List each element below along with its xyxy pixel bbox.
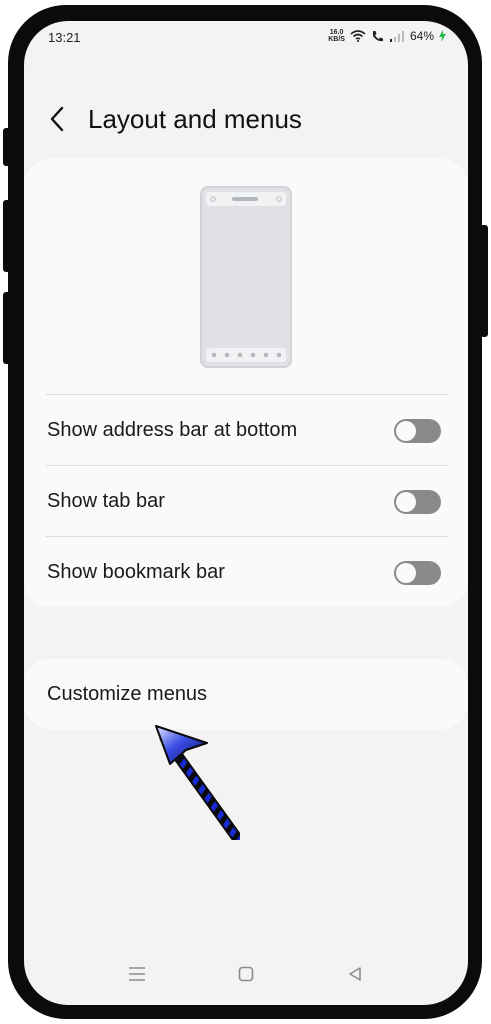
recents-icon xyxy=(129,967,145,981)
charging-icon xyxy=(439,30,446,42)
chevron-left-icon xyxy=(50,106,64,132)
phone-power-button xyxy=(480,225,488,337)
battery-level: 64% xyxy=(409,29,434,43)
phone-side-button xyxy=(3,128,11,166)
toggle-knob xyxy=(396,421,416,441)
setting-label: Show tab bar xyxy=(47,490,165,512)
phone-volume-up-button xyxy=(3,200,11,272)
setting-label: Show bookmark bar xyxy=(47,561,225,583)
network-speed: 16.0 KB/S xyxy=(328,29,345,43)
bookmark-bar-toggle[interactable] xyxy=(394,561,441,585)
status-bar: 13:21 16.0 KB/S 64% xyxy=(24,29,468,49)
wifi-icon xyxy=(350,30,366,42)
status-icons: 16.0 KB/S 64% xyxy=(328,29,446,43)
signal-icon xyxy=(389,31,404,42)
back-button[interactable] xyxy=(42,101,72,137)
screen: 13:21 16.0 KB/S 64% Layout and menus Sho… xyxy=(24,21,468,1005)
call-icon xyxy=(372,30,383,41)
app-header: Layout and menus xyxy=(24,97,468,143)
home-button[interactable] xyxy=(231,961,261,987)
phone-layout-preview-icon xyxy=(200,186,292,368)
address-bar-bottom-toggle[interactable] xyxy=(394,419,441,443)
toggle-knob xyxy=(396,563,416,583)
back-nav-button[interactable] xyxy=(340,961,370,987)
pointer-arrow-icon xyxy=(155,725,240,840)
home-icon xyxy=(238,966,254,982)
network-speed-value: 16.0 xyxy=(329,29,344,36)
setting-row-address-bar[interactable]: Show address bar at bottom xyxy=(24,395,468,465)
toggle-knob xyxy=(396,492,416,512)
system-nav-bar xyxy=(24,955,468,995)
setting-row-bookmark-bar[interactable]: Show bookmark bar xyxy=(24,537,468,607)
setting-row-tab-bar[interactable]: Show tab bar xyxy=(24,466,468,536)
setting-label: Show address bar at bottom xyxy=(47,419,298,441)
recents-button[interactable] xyxy=(122,961,152,987)
status-time: 13:21 xyxy=(48,30,81,45)
network-speed-unit: KB/S xyxy=(328,36,345,43)
phone-volume-down-button xyxy=(3,292,11,364)
page-title: Layout and menus xyxy=(88,104,302,134)
tab-bar-toggle[interactable] xyxy=(394,490,441,514)
back-icon xyxy=(349,967,361,981)
customize-menus-item[interactable]: Customize menus xyxy=(24,659,468,729)
layout-settings-card: Show address bar at bottom Show tab bar … xyxy=(24,159,468,607)
